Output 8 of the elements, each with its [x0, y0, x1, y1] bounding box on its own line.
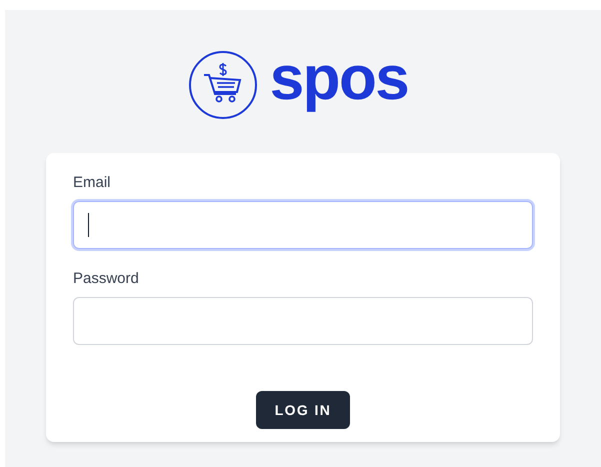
input-field[interactable] [73, 297, 533, 345]
login-button[interactable]: LOG IN [256, 391, 350, 429]
field-label: Password [73, 269, 140, 289]
text-cursor [88, 213, 89, 237]
field-label: Email [73, 173, 112, 193]
input-field[interactable] [73, 201, 533, 249]
logo-wordmark: spos [270, 48, 408, 110]
shopping-cart-logo-icon [188, 50, 258, 120]
